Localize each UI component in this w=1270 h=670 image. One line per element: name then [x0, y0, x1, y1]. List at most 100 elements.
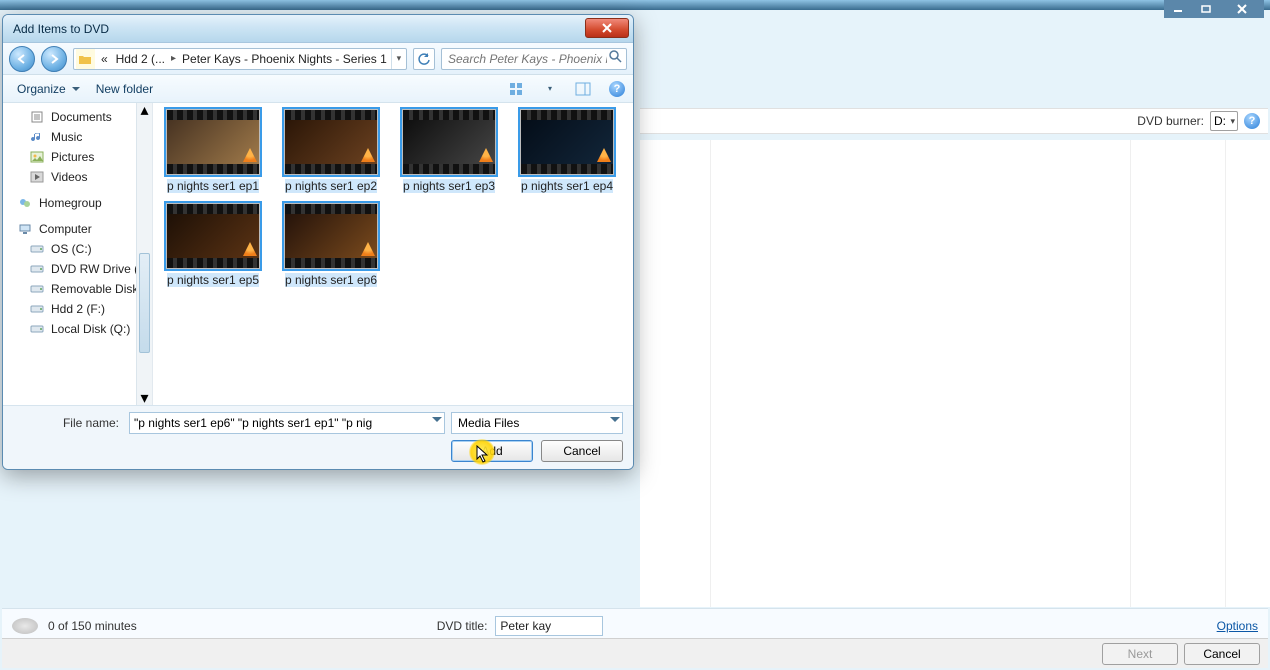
video-thumbnail — [166, 203, 260, 269]
refresh-icon — [417, 52, 431, 66]
help-icon[interactable]: ? — [1244, 113, 1260, 129]
tree-item-drive[interactable]: Removable Disk ( — [11, 279, 152, 299]
chevron-right-icon: ▸ — [169, 53, 178, 64]
tree-item-icon — [29, 321, 45, 337]
tree-item-icon — [29, 149, 45, 165]
breadcrumb-seg-0[interactable]: Hdd 2 (... — [112, 52, 169, 66]
file-label: p nights ser1 ep3 — [403, 179, 495, 193]
dialog-body: DocumentsMusicPicturesVideos Homegroup Com… — [3, 103, 633, 405]
tree-item-icon — [29, 301, 45, 317]
tree-item-icon — [17, 221, 33, 237]
file-item[interactable]: p nights ser1 ep6 — [277, 203, 385, 287]
tree-item-computer[interactable]: Computer — [11, 219, 152, 239]
close-icon — [601, 23, 613, 33]
dialog-nav: « Hdd 2 (... ▸ Peter Kays - Phoenix Nigh… — [3, 43, 633, 75]
tree-item-icon — [29, 281, 45, 297]
organize-button[interactable]: Organize — [11, 79, 82, 99]
add-button[interactable]: Add — [451, 440, 533, 462]
next-button[interactable]: Next — [1102, 643, 1178, 665]
arrow-right-icon — [48, 53, 60, 65]
tree-item-library[interactable]: Videos — [11, 167, 152, 187]
view-mode-dropdown[interactable]: ▾ — [543, 79, 557, 99]
tree-item-homegroup[interactable]: Homegroup — [11, 193, 152, 213]
parent-status-bar: 0 of 150 minutes DVD title: Options — [2, 608, 1268, 642]
video-thumbnail — [284, 109, 378, 175]
file-label: p nights ser1 ep6 — [285, 273, 377, 287]
minutes-label: 0 of 150 minutes — [48, 619, 137, 633]
search-icon — [609, 50, 622, 68]
breadcrumb[interactable]: « Hdd 2 (... ▸ Peter Kays - Phoenix Nigh… — [73, 48, 407, 70]
file-label: p nights ser1 ep4 — [521, 179, 613, 193]
disc-icon — [12, 618, 38, 634]
nav-tree[interactable]: DocumentsMusicPicturesVideos Homegroup Com… — [3, 103, 153, 405]
file-dialog: Add Items to DVD « Hdd 2 (... ▸ Peter Ka… — [2, 14, 634, 470]
file-item[interactable]: p nights ser1 ep3 — [395, 109, 503, 193]
video-thumbnail — [284, 203, 378, 269]
tree-item-drive[interactable]: Hdd 2 (F:) — [11, 299, 152, 319]
tree-item-drive[interactable]: OS (C:) — [11, 239, 152, 259]
tree-item-library[interactable]: Music — [11, 127, 152, 147]
file-label: p nights ser1 ep5 — [167, 273, 259, 287]
dialog-toolbar: Organize New folder ▾ ? — [3, 75, 633, 103]
options-link[interactable]: Options — [1217, 619, 1258, 633]
file-name-label: File name: — [13, 416, 123, 430]
dvd-title-label: DVD title: — [437, 619, 488, 633]
video-thumbnail — [166, 109, 260, 175]
parent-titlebar — [0, 0, 1270, 10]
dialog-help-icon[interactable]: ? — [609, 81, 625, 97]
file-item[interactable]: p nights ser1 ep4 — [513, 109, 621, 193]
file-item[interactable]: p nights ser1 ep2 — [277, 109, 385, 193]
view-mode-button[interactable] — [505, 79, 529, 99]
vlc-cone-icon — [361, 242, 375, 256]
scroll-up-icon[interactable]: ▴ — [137, 103, 152, 117]
parent-minimize-button[interactable] — [1164, 0, 1192, 18]
dialog-close-button[interactable] — [585, 18, 629, 38]
breadcrumb-seg-1[interactable]: Peter Kays - Phoenix Nights - Series 1 — [178, 52, 391, 66]
parent-maximize-button[interactable] — [1192, 0, 1220, 18]
tree-item-icon — [17, 195, 33, 211]
tree-item-library[interactable]: Pictures — [11, 147, 152, 167]
parent-body — [640, 140, 1270, 607]
tree-item-drive[interactable]: Local Disk (Q:) — [11, 319, 152, 339]
nav-back-button[interactable] — [9, 46, 35, 72]
video-thumbnail — [520, 109, 614, 175]
vlc-cone-icon — [243, 242, 257, 256]
search-box[interactable] — [441, 48, 627, 70]
dvd-title-input[interactable] — [495, 616, 603, 636]
dvd-burner-select[interactable]: D: ▾ — [1210, 111, 1238, 131]
scroll-down-icon[interactable]: ▾ — [137, 391, 152, 405]
chevron-down-icon: ▾ — [397, 53, 402, 64]
breadcrumb-history-dropdown[interactable]: ▾ — [391, 49, 406, 69]
tree-item-library[interactable]: Documents — [11, 107, 152, 127]
file-item[interactable]: p nights ser1 ep5 — [159, 203, 267, 287]
cancel-button[interactable]: Cancel — [1184, 643, 1260, 665]
file-type-filter[interactable] — [451, 412, 623, 434]
new-folder-button[interactable]: New folder — [96, 82, 153, 96]
parent-close-button[interactable] — [1220, 0, 1264, 18]
nav-refresh-button[interactable] — [413, 48, 435, 70]
file-item[interactable]: p nights ser1 ep1 — [159, 109, 267, 193]
tree-item-icon — [29, 169, 45, 185]
file-name-input[interactable] — [129, 412, 445, 434]
file-label: p nights ser1 ep2 — [285, 179, 377, 193]
tree-item-icon — [29, 109, 45, 125]
vlc-cone-icon — [361, 148, 375, 162]
scroll-thumb[interactable] — [139, 253, 150, 353]
tree-item-icon — [29, 261, 45, 277]
file-list[interactable]: p nights ser1 ep1 p nights ser1 ep2 p ni… — [153, 103, 633, 405]
chevron-down-icon: ▾ — [548, 84, 552, 93]
vlc-cone-icon — [597, 148, 611, 162]
vlc-cone-icon — [243, 148, 257, 162]
nav-forward-button[interactable] — [41, 46, 67, 72]
dialog-cancel-button[interactable]: Cancel — [541, 440, 623, 462]
dialog-titlebar[interactable]: Add Items to DVD — [3, 15, 633, 43]
video-thumbnail — [402, 109, 496, 175]
file-label: p nights ser1 ep1 — [167, 179, 259, 193]
search-input[interactable] — [446, 51, 609, 67]
parent-footer: Next Cancel — [2, 638, 1268, 668]
thumbnails-icon — [509, 82, 525, 96]
preview-pane-button[interactable] — [571, 79, 595, 99]
tree-scrollbar[interactable]: ▴ ▾ — [136, 103, 152, 405]
tree-item-drive[interactable]: DVD RW Drive (D — [11, 259, 152, 279]
parent-toolbar: DVD burner: D: ▾ ? — [640, 108, 1268, 134]
